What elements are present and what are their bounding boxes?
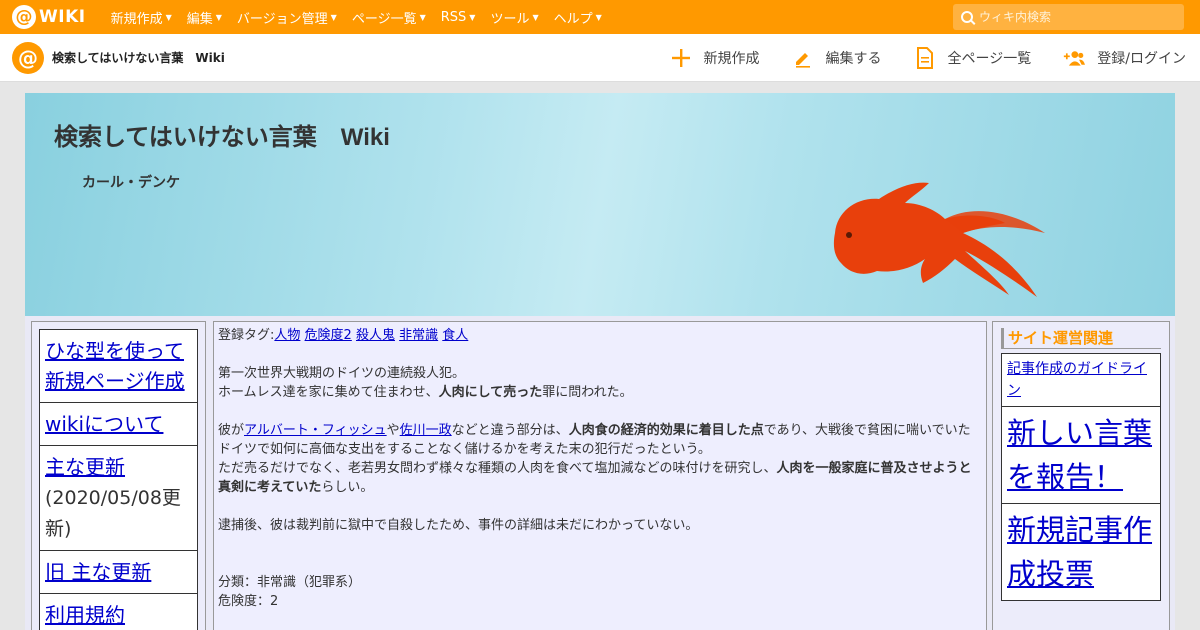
tag-link[interactable]: 殺人鬼 <box>356 328 395 343</box>
tag-line: 登録タグ:人物 危険度2 殺人鬼 非常識 食人 <box>218 328 469 343</box>
menu-edit[interactable]: 編集 ▼ <box>187 8 222 27</box>
document-icon <box>914 47 936 69</box>
caret-down-icon: ▼ <box>330 12 337 22</box>
link-old-updates[interactable]: 旧 主な更新 <box>45 560 151 584</box>
link-albert-fish[interactable]: アルバート・フィッシュ <box>244 423 387 438</box>
wiki-banner: 検索してはいけない言葉 Wiki カール・デンケ <box>25 93 1175 316</box>
caret-down-icon: ▼ <box>419 12 426 22</box>
site-actions: 新規作成 編集する 全ページ一覧 登録/ログイン <box>638 34 1186 82</box>
link-about[interactable]: wikiについて <box>45 412 163 436</box>
tag-link[interactable]: 非常識 <box>399 328 438 343</box>
danger-line: 危険度：2 <box>218 594 279 609</box>
tag-link[interactable]: 人物 <box>274 328 300 343</box>
search-input[interactable] <box>979 10 1169 24</box>
right-menu: サイト運営関連 記事作成のガイドライン 新しい言葉を報告！ 新規記事作成投票 <box>992 321 1170 630</box>
menu-item-report: 新しい言葉を報告！ <box>1001 406 1161 504</box>
wiki-search <box>953 4 1184 30</box>
menu-tools[interactable]: ツール ▼ <box>490 8 538 27</box>
article-body: 登録タグ:人物 危険度2 殺人鬼 非常識 食人 第一次世界大戦期のドイツの連続殺… <box>213 321 987 630</box>
tag-link[interactable]: 危険度2 <box>305 328 352 343</box>
link-report-word[interactable]: 新しい言葉を報告！ <box>1007 416 1152 494</box>
caret-down-icon: ▼ <box>165 12 172 22</box>
atwiki-logo-icon: @ <box>12 5 36 29</box>
menu-item-terms: 利用規約 <box>39 593 198 630</box>
all-pages-button[interactable]: 全ページ一覧 <box>914 47 1031 69</box>
plus-icon <box>670 47 692 69</box>
caret-down-icon: ▼ <box>469 12 476 22</box>
link-sagawa[interactable]: 佐川一政 <box>400 423 452 438</box>
user-add-icon <box>1063 47 1086 69</box>
link-template-new[interactable]: ひな型を使って新規ページ作成 <box>45 339 185 393</box>
caret-down-icon: ▼ <box>215 12 222 22</box>
menu-version[interactable]: バージョン管理 ▼ <box>237 8 337 27</box>
content-area: ひな型を使って新規ページ作成 wikiについて 主な更新 (2020/05/08更… <box>25 316 1175 630</box>
menu-item-template-new: ひな型を使って新規ページ作成 <box>39 329 198 403</box>
paragraph: 彼がアルバート・フィッシュや佐川一政などと違う部分は、人肉食の経済的効果に着目し… <box>218 423 971 457</box>
atwiki-logo-text: WIKI <box>39 7 86 27</box>
banner-title: 検索してはいけない言葉 Wiki <box>54 124 390 151</box>
update-date: (2020/05/08更新) <box>45 487 181 540</box>
paragraph: 第一次世界大戦期のドイツの連続殺人犯。 <box>218 366 466 381</box>
link-updates[interactable]: 主な更新 <box>45 455 125 479</box>
menu-rss[interactable]: RSS ▼ <box>441 10 476 25</box>
menu-item-old-updates: 旧 主な更新 <box>39 550 198 594</box>
global-menu: 新規作成 ▼ 編集 ▼ バージョン管理 ▼ ページ一覧 ▼ RSS ▼ ツール ▼ ヘルプ ▼ <box>96 8 602 27</box>
category-line: 分類：非常識（犯罪系） <box>218 575 362 590</box>
page-frame: 検索してはいけない言葉 Wiki カール・デンケ ひな型を使って新規ページ作成 … <box>25 93 1175 630</box>
new-page-button[interactable]: 新規作成 <box>670 47 760 69</box>
goldfish-icon <box>833 182 1045 297</box>
menu-item-updates: 主な更新 (2020/05/08更新) <box>39 445 198 551</box>
menu-item-vote: 新規記事作成投票 <box>1001 503 1161 601</box>
site-name-link[interactable]: 検索してはいけない言葉 Wiki <box>52 49 225 66</box>
tag-link[interactable]: 食人 <box>442 328 468 343</box>
menu-new[interactable]: 新規作成 ▼ <box>111 8 172 27</box>
search-icon <box>961 11 973 23</box>
menu-help[interactable]: ヘルプ ▼ <box>554 8 602 27</box>
site-header: @ 検索してはいけない言葉 Wiki 新規作成 編集する 全ページ一覧 登録/ロ… <box>0 34 1200 82</box>
menu-item-guideline: 記事作成のガイドライン <box>1001 353 1161 407</box>
link-new-article-vote[interactable]: 新規記事作成投票 <box>1007 513 1152 591</box>
login-button[interactable]: 登録/ログイン <box>1063 47 1186 69</box>
right-menu-heading: サイト運営関連 <box>1001 328 1161 349</box>
page-title: カール・デンケ <box>82 175 180 191</box>
global-header: @ WIKI 新規作成 ▼ 編集 ▼ バージョン管理 ▼ ページ一覧 ▼ RSS ▼ ツー… <box>0 0 1200 34</box>
link-guideline[interactable]: 記事作成のガイドライン <box>1007 361 1147 399</box>
menu-page-list[interactable]: ページ一覧 ▼ <box>352 8 426 27</box>
paragraph: ただ売るだけでなく、老若男女問わず様々な種類の人肉を食べて塩加減などの味付けを研… <box>218 461 972 495</box>
paragraph: ホームレス達を家に集めて住まわせ、人肉にして売った罪に問われた。 <box>218 385 633 400</box>
site-logo-icon[interactable]: @ <box>12 41 44 74</box>
caret-down-icon: ▼ <box>595 12 602 22</box>
paragraph: 逮捕後、彼は裁判前に獄中で自殺したため、事件の詳細は未だにわかっていない。 <box>218 518 699 533</box>
left-menu: ひな型を使って新規ページ作成 wikiについて 主な更新 (2020/05/08更… <box>31 321 206 630</box>
pencil-icon <box>792 47 814 69</box>
edit-page-button[interactable]: 編集する <box>792 47 882 69</box>
caret-down-icon: ▼ <box>532 12 539 22</box>
menu-item-about: wikiについて <box>39 402 198 446</box>
atwiki-logo[interactable]: @ WIKI <box>12 5 86 29</box>
link-terms[interactable]: 利用規約 <box>45 603 125 627</box>
